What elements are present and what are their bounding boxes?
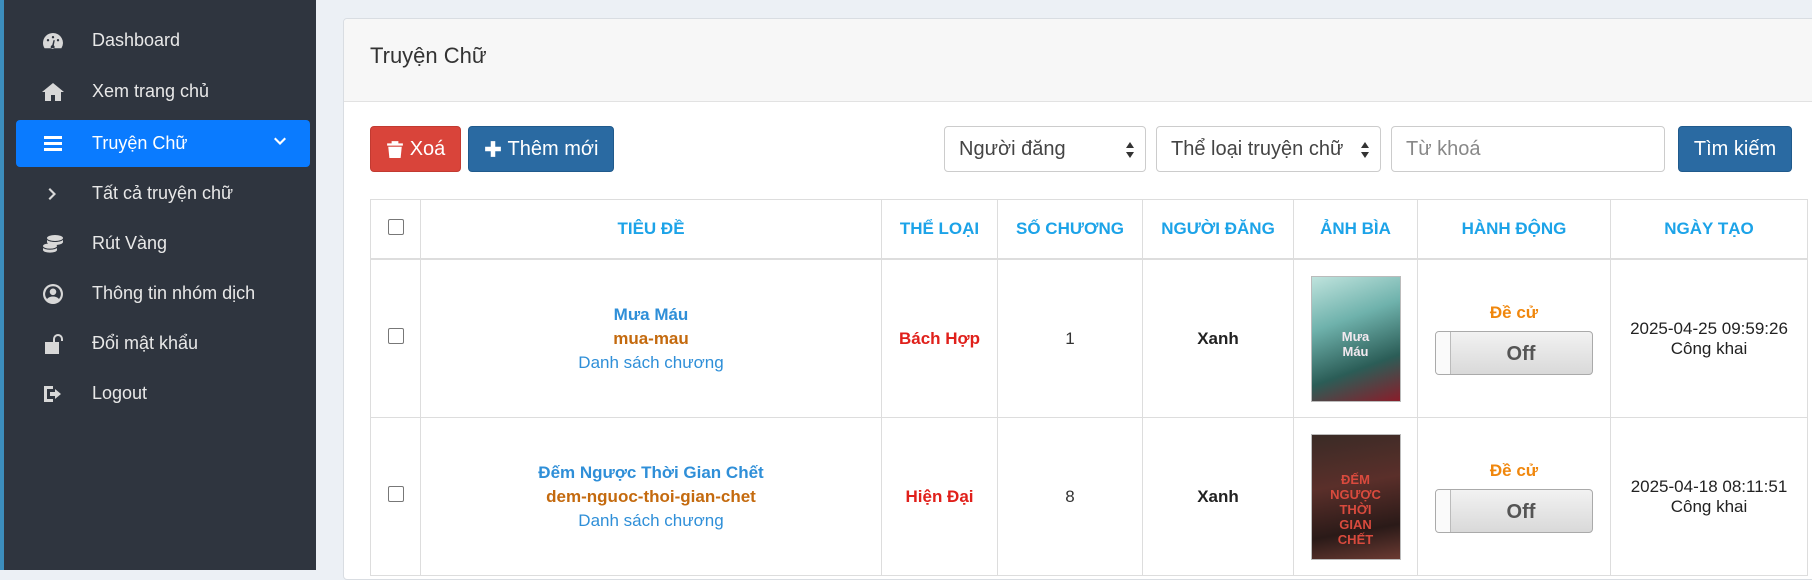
title-cell: Đếm Ngược Thời Gian Chết dem-nguoc-thoi-… (420, 417, 882, 576)
nominate-label: Đề cử (1489, 302, 1539, 322)
nominate-toggle[interactable]: Off (1435, 488, 1593, 533)
user-circle-icon (40, 282, 66, 306)
sidebar-item-dashboard[interactable]: Dashboard (16, 17, 310, 64)
table-row: Đếm Ngược Thời Gian Chết dem-nguoc-thoi-… (370, 417, 1808, 576)
created-cell: 2025-04-25 09:59:26 Công khai (1610, 258, 1808, 418)
sidebar-item-label: Dashboard (92, 30, 181, 50)
select-arrows-icon (1360, 141, 1370, 165)
sidebar-item-rut-vang[interactable]: Rút Vàng (16, 220, 310, 267)
add-new-button-label: Thêm mới (507, 137, 599, 160)
chevron-down-icon (272, 134, 288, 155)
cover-image[interactable]: Mưa Máu (1310, 275, 1401, 402)
sidebar-item-label: Thông tin nhóm dịch (92, 283, 256, 303)
select-arrows-icon (1125, 141, 1135, 165)
sidebar-item-home[interactable]: Xem trang chủ (16, 68, 310, 115)
chevron-right-icon (40, 186, 66, 202)
chapter-count-cell: 1 (997, 258, 1143, 418)
story-category: Hiện Đại (905, 486, 974, 506)
row-checkbox[interactable] (387, 328, 404, 344)
column-header-category[interactable]: THỂ LOẠI (881, 199, 998, 260)
search-button-label: Tìm kiếm (1693, 137, 1777, 160)
sidebar-item-label: Truyện Chữ (92, 133, 188, 153)
keyword-search-input[interactable] (1391, 126, 1665, 172)
stories-table: TIÊU ĐỀ THỂ LOẠI SỐ CHƯƠNG NGƯỜI ĐĂNG ẢN… (370, 199, 1808, 576)
list-icon (40, 132, 66, 156)
card-header: Truyện Chữ (344, 19, 1812, 102)
delete-button-label: Xoá (409, 137, 446, 160)
dashboard-icon (40, 29, 66, 53)
chapter-list-link[interactable]: Danh sách chương (422, 353, 880, 373)
created-cell: 2025-04-18 08:11:51 Công khai (1610, 417, 1808, 576)
category-select[interactable]: Thể loại truyện chữ (1156, 126, 1381, 172)
sidebar-item-all-stories[interactable]: Tất cả truyện chữ (16, 170, 310, 217)
poster-cell: Xanh (1142, 417, 1294, 576)
story-category: Bách Hợp (898, 328, 981, 348)
delete-button[interactable]: Xoá (370, 126, 461, 172)
cover-image[interactable]: ĐẾM NGƯỢC THỜI GIAN CHẾT (1310, 433, 1401, 560)
unlock-icon (40, 332, 66, 356)
visibility-status: Công khai (1670, 496, 1748, 516)
actions-cell: Đề cử Off (1417, 258, 1611, 418)
page-title: Truyện Chữ (370, 43, 487, 68)
poster-cell: Xanh (1142, 258, 1294, 418)
table-header-row: TIÊU ĐỀ THỂ LOẠI SỐ CHƯƠNG NGƯỜI ĐĂNG ẢN… (370, 199, 1808, 260)
column-header-cover: ẢNH BÌA (1293, 199, 1418, 260)
sidebar-item-label: Tất cả truyện chữ (92, 183, 234, 203)
category-cell: Bách Hợp (881, 258, 998, 418)
sidebar-item-truyen-chu[interactable]: Truyện Chữ (16, 120, 310, 167)
poster-select-value: Người đăng (959, 137, 1066, 160)
select-all-cell (370, 199, 421, 260)
column-header-created[interactable]: NGÀY TẠO (1610, 199, 1808, 260)
poster-select[interactable]: Người đăng (944, 126, 1146, 172)
sign-out-icon (40, 382, 66, 406)
sidebar-item-group-info[interactable]: Thông tin nhóm dịch (16, 270, 310, 317)
sidebar-item-label: Logout (92, 383, 148, 403)
column-header-poster[interactable]: NGƯỜI ĐĂNG (1142, 199, 1294, 260)
actions-cell: Đề cử Off (1417, 417, 1611, 576)
created-date: 2025-04-25 09:59:26 (1630, 318, 1788, 338)
category-cell: Hiện Đại (881, 417, 998, 576)
content-card: Truyện Chữ Xoá Thêm mới Người đăng Thể l… (343, 18, 1812, 580)
visibility-status: Công khai (1670, 338, 1748, 358)
cover-cell: ĐẾM NGƯỢC THỜI GIAN CHẾT (1293, 417, 1418, 576)
title-cell: Mưa Máu mua-mau Danh sách chương (420, 258, 882, 418)
sidebar-item-logout[interactable]: Logout (16, 370, 310, 417)
sidebar: Dashboard Xem trang chủ Truyện Chữ Tất c… (0, 0, 316, 570)
cover-cell: Mưa Máu (1293, 258, 1418, 418)
row-select-cell (370, 258, 421, 418)
column-header-actions: HÀNH ĐỘNG (1417, 199, 1611, 260)
search-button[interactable]: Tìm kiếm (1678, 126, 1792, 172)
sidebar-item-label: Đổi mật khẩu (92, 333, 199, 353)
row-checkbox[interactable] (387, 486, 404, 502)
chapter-list-link[interactable]: Danh sách chương (422, 511, 880, 531)
category-select-value: Thể loại truyện chữ (1171, 137, 1344, 160)
story-poster: Xanh (1197, 328, 1239, 348)
column-header-title[interactable]: TIÊU ĐỀ (420, 199, 882, 260)
row-select-cell (370, 417, 421, 576)
toggle-knob (1436, 331, 1451, 374)
add-new-button[interactable]: Thêm mới (468, 126, 614, 172)
plus-icon (484, 141, 501, 157)
toggle-label: Off (1506, 342, 1536, 365)
chapter-count-cell: 8 (997, 417, 1143, 576)
nominate-label: Đề cử (1489, 460, 1539, 480)
sidebar-item-label: Xem trang chủ (92, 81, 210, 101)
coins-icon (40, 232, 66, 256)
sidebar-item-label: Rút Vàng (92, 233, 168, 253)
story-slug: mua-mau (613, 328, 689, 348)
select-all-checkbox[interactable] (387, 218, 404, 235)
toggle-knob (1436, 489, 1451, 532)
nominate-toggle[interactable]: Off (1435, 330, 1593, 375)
column-header-chapters[interactable]: SỐ CHƯƠNG (997, 199, 1143, 260)
story-poster: Xanh (1197, 486, 1239, 506)
story-slug: dem-nguoc-thoi-gian-chet (546, 486, 756, 506)
story-title-link[interactable]: Mưa Máu (422, 305, 880, 325)
toggle-label: Off (1506, 500, 1536, 523)
trash-icon (386, 141, 403, 158)
sidebar-item-change-password[interactable]: Đổi mật khẩu (16, 320, 310, 367)
story-title-link[interactable]: Đếm Ngược Thời Gian Chết (422, 463, 880, 483)
table-row: Mưa Máu mua-mau Danh sách chương Bách Hợ… (370, 258, 1808, 418)
created-date: 2025-04-18 08:11:51 (1630, 476, 1788, 496)
home-icon (40, 80, 66, 104)
